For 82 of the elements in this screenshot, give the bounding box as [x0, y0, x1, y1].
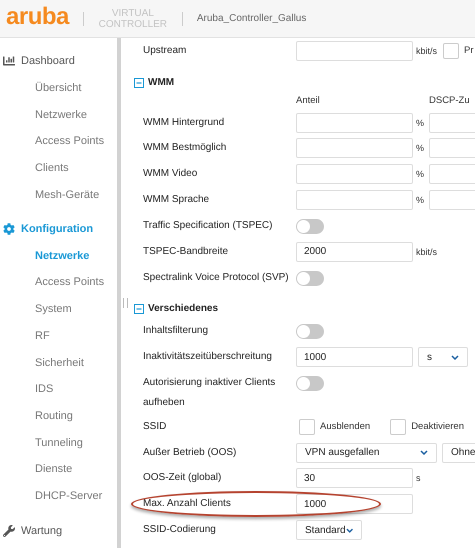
sidebar-item[interactable]: RF: [0, 322, 117, 350]
field-label: Spectralink Voice Protocol (SVP): [143, 270, 290, 285]
resize-handle[interactable]: [123, 298, 128, 308]
field-label: SSID: [143, 420, 168, 434]
sidebar-item[interactable]: Netzwerke: [0, 101, 117, 128]
field-label: SSID-Codierung: [143, 523, 217, 538]
dropdown[interactable]: Ohne: [442, 442, 475, 463]
field-label: Max. Anzahl Clients: [143, 497, 232, 512]
sidebar-section[interactable]: Konfiguration: [0, 216, 117, 242]
sidebar-item[interactable]: Dienste: [0, 456, 117, 483]
dropdown[interactable]: Standard: [296, 520, 362, 540]
unit-label: %: [416, 118, 424, 128]
input-field[interactable]: [296, 40, 413, 61]
checkbox-label: Ausblenden: [320, 421, 370, 432]
checkbox[interactable]: [390, 418, 406, 435]
chevron-down-icon: [420, 450, 428, 456]
unit-select[interactable]: s: [418, 347, 468, 368]
toggle-switch[interactable]: [296, 218, 324, 234]
toggle-switch[interactable]: [296, 376, 324, 391]
toggle-switch[interactable]: [296, 270, 324, 286]
input-field[interactable]: [296, 164, 413, 184]
field-label: TSPEC-Bandbreite: [143, 244, 230, 259]
chevron-down-icon: [451, 354, 459, 360]
unit-label: kbit/s: [416, 246, 438, 257]
section-label: Konfiguration: [21, 223, 94, 236]
dropdown[interactable]: VPN ausgefallen: [296, 442, 437, 463]
field-label: Autorisierung inaktiver Clients aufheben: [143, 376, 276, 410]
checkbox[interactable]: [443, 42, 460, 59]
unit-label: %: [416, 143, 424, 154]
sidebar-section[interactable]: Dashboard: [0, 48, 117, 74]
wrench-icon: [3, 524, 15, 537]
input-field[interactable]: 30: [296, 468, 413, 488]
collapse-icon[interactable]: [134, 304, 144, 314]
section-title: Verschiedenes: [148, 303, 218, 314]
toggle-switch[interactable]: [296, 324, 324, 340]
sidebar-item[interactable]: Access Points: [0, 269, 117, 296]
field-label: WMM Bestmöglich: [143, 141, 228, 156]
sidebar-section[interactable]: Wartung: [0, 517, 117, 544]
field-label: Traffic Specification (TSPEC): [143, 218, 274, 233]
checkbox[interactable]: [299, 418, 315, 435]
sidebar-item[interactable]: Routing: [0, 402, 117, 430]
field-label: WMM Hintergrund: [143, 116, 226, 130]
bar-chart-icon: [3, 55, 15, 68]
field-label: WMM Sprache: [143, 193, 210, 208]
field-label: Außer Betrieb (OOS): [143, 446, 238, 460]
unit-label: %: [416, 169, 424, 180]
column-header: DSCP-Zu: [429, 95, 471, 106]
sidebar-item[interactable]: IDS: [0, 376, 117, 403]
field-label: WMM Video: [143, 167, 198, 182]
sidebar-item[interactable]: Clients: [0, 154, 117, 182]
section-label: Dashboard: [21, 55, 75, 68]
unit-label: s: [416, 473, 420, 484]
sidebar-item[interactable]: Tunneling: [0, 429, 117, 456]
unit-label: %: [416, 195, 424, 206]
input-field[interactable]: 1000: [296, 347, 413, 368]
sidebar-item[interactable]: Übersicht: [0, 74, 117, 102]
chevron-down-icon: [346, 528, 353, 533]
input-field[interactable]: 2000: [296, 242, 413, 262]
input-field[interactable]: [296, 112, 413, 133]
checkbox-label: Pr: [464, 45, 474, 56]
field-label: OOS-Zeit (global): [143, 471, 222, 486]
sidebar-item[interactable]: Netzwerke: [0, 242, 117, 270]
unit-label: kbit/s: [416, 46, 438, 56]
sidebar-item[interactable]: Sicherheit: [0, 349, 117, 376]
sidebar-item[interactable]: Mesh-Geräte: [0, 181, 117, 208]
logo: aruba: [6, 4, 69, 28]
collapse-icon[interactable]: [134, 78, 144, 88]
field-label: Inaktivitätszeitüberschreitung: [143, 350, 273, 364]
settings-icon: [3, 223, 15, 236]
input-field[interactable]: [296, 190, 413, 210]
input-field[interactable]: 1000: [296, 494, 413, 514]
controller-name: Aruba_Controller_Gallus: [196, 13, 306, 24]
sidebar-item[interactable]: DHCP-Server: [0, 482, 117, 510]
sidebar-item[interactable]: System: [0, 296, 117, 322]
field-label: Inhaltsfilterung: [143, 324, 210, 338]
section-label: Wartung: [21, 524, 62, 537]
sidebar-item[interactable]: Access Points: [0, 128, 117, 155]
field-label: Upstream: [143, 44, 188, 58]
input-field[interactable]: [296, 138, 413, 158]
column-header: Anteil: [296, 95, 321, 106]
checkbox-label: Deaktivieren: [411, 421, 464, 432]
section-title: WMM: [148, 76, 174, 88]
